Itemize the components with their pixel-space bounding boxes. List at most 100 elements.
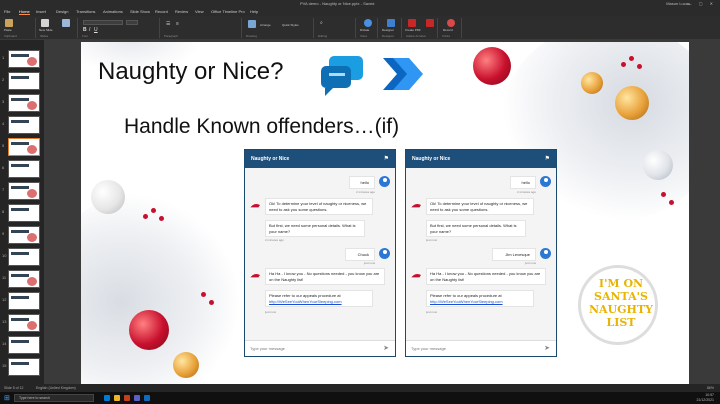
share-link-icon[interactable] xyxy=(426,19,434,27)
user-name[interactable]: Mason Lucas xyxy=(666,1,690,6)
berry xyxy=(637,64,642,69)
chat-transcript[interactable]: hello 2 minutes ago Ok! To determine you… xyxy=(245,168,395,340)
italic-icon[interactable]: I xyxy=(89,27,90,33)
slide-canvas[interactable]: Naughty or Nice? Handle Known offenders…… xyxy=(81,42,689,384)
group-font: B I U Font xyxy=(80,18,160,38)
outlook-icon[interactable] xyxy=(144,395,150,401)
language-indicator[interactable]: English (United Kingdom) xyxy=(36,386,76,390)
slide-thumb[interactable]: 7 xyxy=(2,182,40,200)
tab-insert[interactable]: Insert xyxy=(36,9,46,14)
taskbar: ⊞ Type here to search 10:57 21/12/2021 xyxy=(0,392,720,404)
tab-review[interactable]: Review xyxy=(175,9,188,14)
send-icon[interactable]: ➤ xyxy=(544,344,550,352)
new-slide-button[interactable]: New Slide xyxy=(39,28,53,32)
user-message: hello xyxy=(349,176,375,189)
quick-styles-button[interactable]: Quick Styles xyxy=(282,23,299,27)
record-button[interactable]: Record xyxy=(443,28,453,32)
badge-line: I'M ON xyxy=(598,277,644,290)
tab-transitions[interactable]: Transitions xyxy=(76,9,95,14)
slide-thumb[interactable]: 2 xyxy=(2,72,40,90)
windows-start-icon[interactable]: ⊞ xyxy=(4,394,10,402)
user-avatar-icon xyxy=(540,248,551,259)
slide-thumb[interactable]: 13 xyxy=(2,314,40,332)
numbering-icon[interactable]: ≡ xyxy=(176,21,179,27)
slide-thumb[interactable]: 4 xyxy=(2,116,40,134)
zoom-level[interactable]: 86% xyxy=(707,386,714,390)
teams-icon[interactable] xyxy=(134,395,140,401)
red-ornament xyxy=(473,47,511,85)
paste-button[interactable]: Paste xyxy=(4,28,12,32)
tab-help[interactable]: Help xyxy=(250,9,258,14)
slide-title[interactable]: Naughty or Nice? xyxy=(98,58,283,86)
shapes-icon[interactable] xyxy=(248,20,256,28)
gold-ornament xyxy=(173,352,199,378)
taskbar-search[interactable]: Type here to search xyxy=(14,394,94,402)
slide-thumb[interactable]: 12 xyxy=(2,292,40,310)
slide-subtitle[interactable]: Handle Known offenders…(if) xyxy=(124,115,399,139)
slide-thumb[interactable]: 11 xyxy=(2,270,40,288)
designer-button[interactable]: Designer xyxy=(382,28,394,32)
tab-slide-show[interactable]: Slide Show xyxy=(130,9,150,14)
bold-icon[interactable]: B xyxy=(83,27,87,33)
chat-header: Naughty or Nice ⚑ xyxy=(245,150,395,168)
message-input[interactable]: Type your message ➤ xyxy=(406,340,556,356)
tab-file[interactable]: File xyxy=(4,9,10,14)
appeals-text: Please refer to our appeals procedure at xyxy=(269,293,341,298)
timestamp: just now xyxy=(265,310,277,314)
record-icon[interactable] xyxy=(447,19,455,27)
designer-icon[interactable] xyxy=(387,19,395,27)
dictate-button[interactable]: Dictate xyxy=(360,28,369,32)
window-controls[interactable]: — ▢ ✕ xyxy=(688,1,716,6)
underline-icon[interactable]: U xyxy=(94,27,98,33)
edge-icon[interactable] xyxy=(104,395,110,401)
berry xyxy=(159,216,164,221)
powerpoint-icon[interactable] xyxy=(124,395,130,401)
slide-thumb[interactable]: 6 xyxy=(2,160,40,178)
clock-date[interactable]: 21/12/2021 xyxy=(696,398,714,402)
slide-thumb[interactable]: 14 xyxy=(2,336,40,354)
timestamp: just now xyxy=(524,261,536,265)
timestamp: 2 minutes ago xyxy=(517,190,536,194)
slide-thumb[interactable]: 1 xyxy=(2,50,40,68)
slide-thumb[interactable]: 8 xyxy=(2,204,40,222)
tab-design[interactable]: Design xyxy=(56,9,68,14)
group-drawing: Arrange Quick Styles Drawing xyxy=(244,18,314,38)
appeals-link[interactable]: http://WeSeeYouWhenYourSleeping.com xyxy=(269,299,342,304)
title-bar: PVA demo - Naughty or Nice.pptx - Saved … xyxy=(0,0,720,8)
flag-icon[interactable]: ⚑ xyxy=(545,155,550,162)
reuse-slides-icon[interactable] xyxy=(62,19,70,27)
folder-icon[interactable] xyxy=(114,395,120,401)
send-icon[interactable]: ➤ xyxy=(383,344,389,352)
bot-message: But first, we need some personal details… xyxy=(426,220,526,237)
timestamp: 2 minutes ago xyxy=(265,238,284,242)
tab-home[interactable]: Home xyxy=(19,9,30,15)
badge-line: NAUGHTY xyxy=(588,303,653,316)
appeals-link[interactable]: http://WeSeeYouWhenYourSleeping.com xyxy=(430,299,503,304)
clock-time[interactable]: 10:57 xyxy=(705,393,714,397)
create-pdf-button[interactable]: Create PDF xyxy=(405,28,421,32)
tab-record[interactable]: Record xyxy=(155,9,168,14)
paste-icon[interactable] xyxy=(5,19,13,27)
slide-thumb[interactable]: 3 xyxy=(2,94,40,112)
pdf-icon[interactable] xyxy=(408,19,416,27)
slide-thumb[interactable]: 9 xyxy=(2,226,40,244)
microphone-icon[interactable] xyxy=(364,19,372,27)
find-icon[interactable]: ⌕ xyxy=(320,20,323,26)
bullets-icon[interactable]: ☰ xyxy=(166,21,170,27)
flag-icon[interactable]: ⚑ xyxy=(384,155,389,162)
berry xyxy=(669,200,674,205)
tab-office-timeline[interactable]: Office Timeline Pro xyxy=(211,9,245,14)
power-virtual-agents-icon xyxy=(321,56,363,96)
slide-thumb[interactable]: 5 xyxy=(2,138,40,156)
arrange-button[interactable]: Arrange xyxy=(260,23,271,27)
tab-view[interactable]: View xyxy=(195,9,204,14)
new-slide-icon[interactable] xyxy=(41,19,49,27)
font-size-select[interactable] xyxy=(126,20,138,25)
message-input[interactable]: Type your message ➤ xyxy=(245,340,395,356)
slide-thumb[interactable]: 10 xyxy=(2,248,40,266)
slide-thumb[interactable]: 15 xyxy=(2,358,40,376)
group-voice: Dictate Voice xyxy=(358,18,378,38)
font-name-select[interactable] xyxy=(83,20,123,25)
chat-transcript[interactable]: hello 2 minutes ago Ok! To determine you… xyxy=(406,168,556,340)
tab-animations[interactable]: Animations xyxy=(103,9,123,14)
